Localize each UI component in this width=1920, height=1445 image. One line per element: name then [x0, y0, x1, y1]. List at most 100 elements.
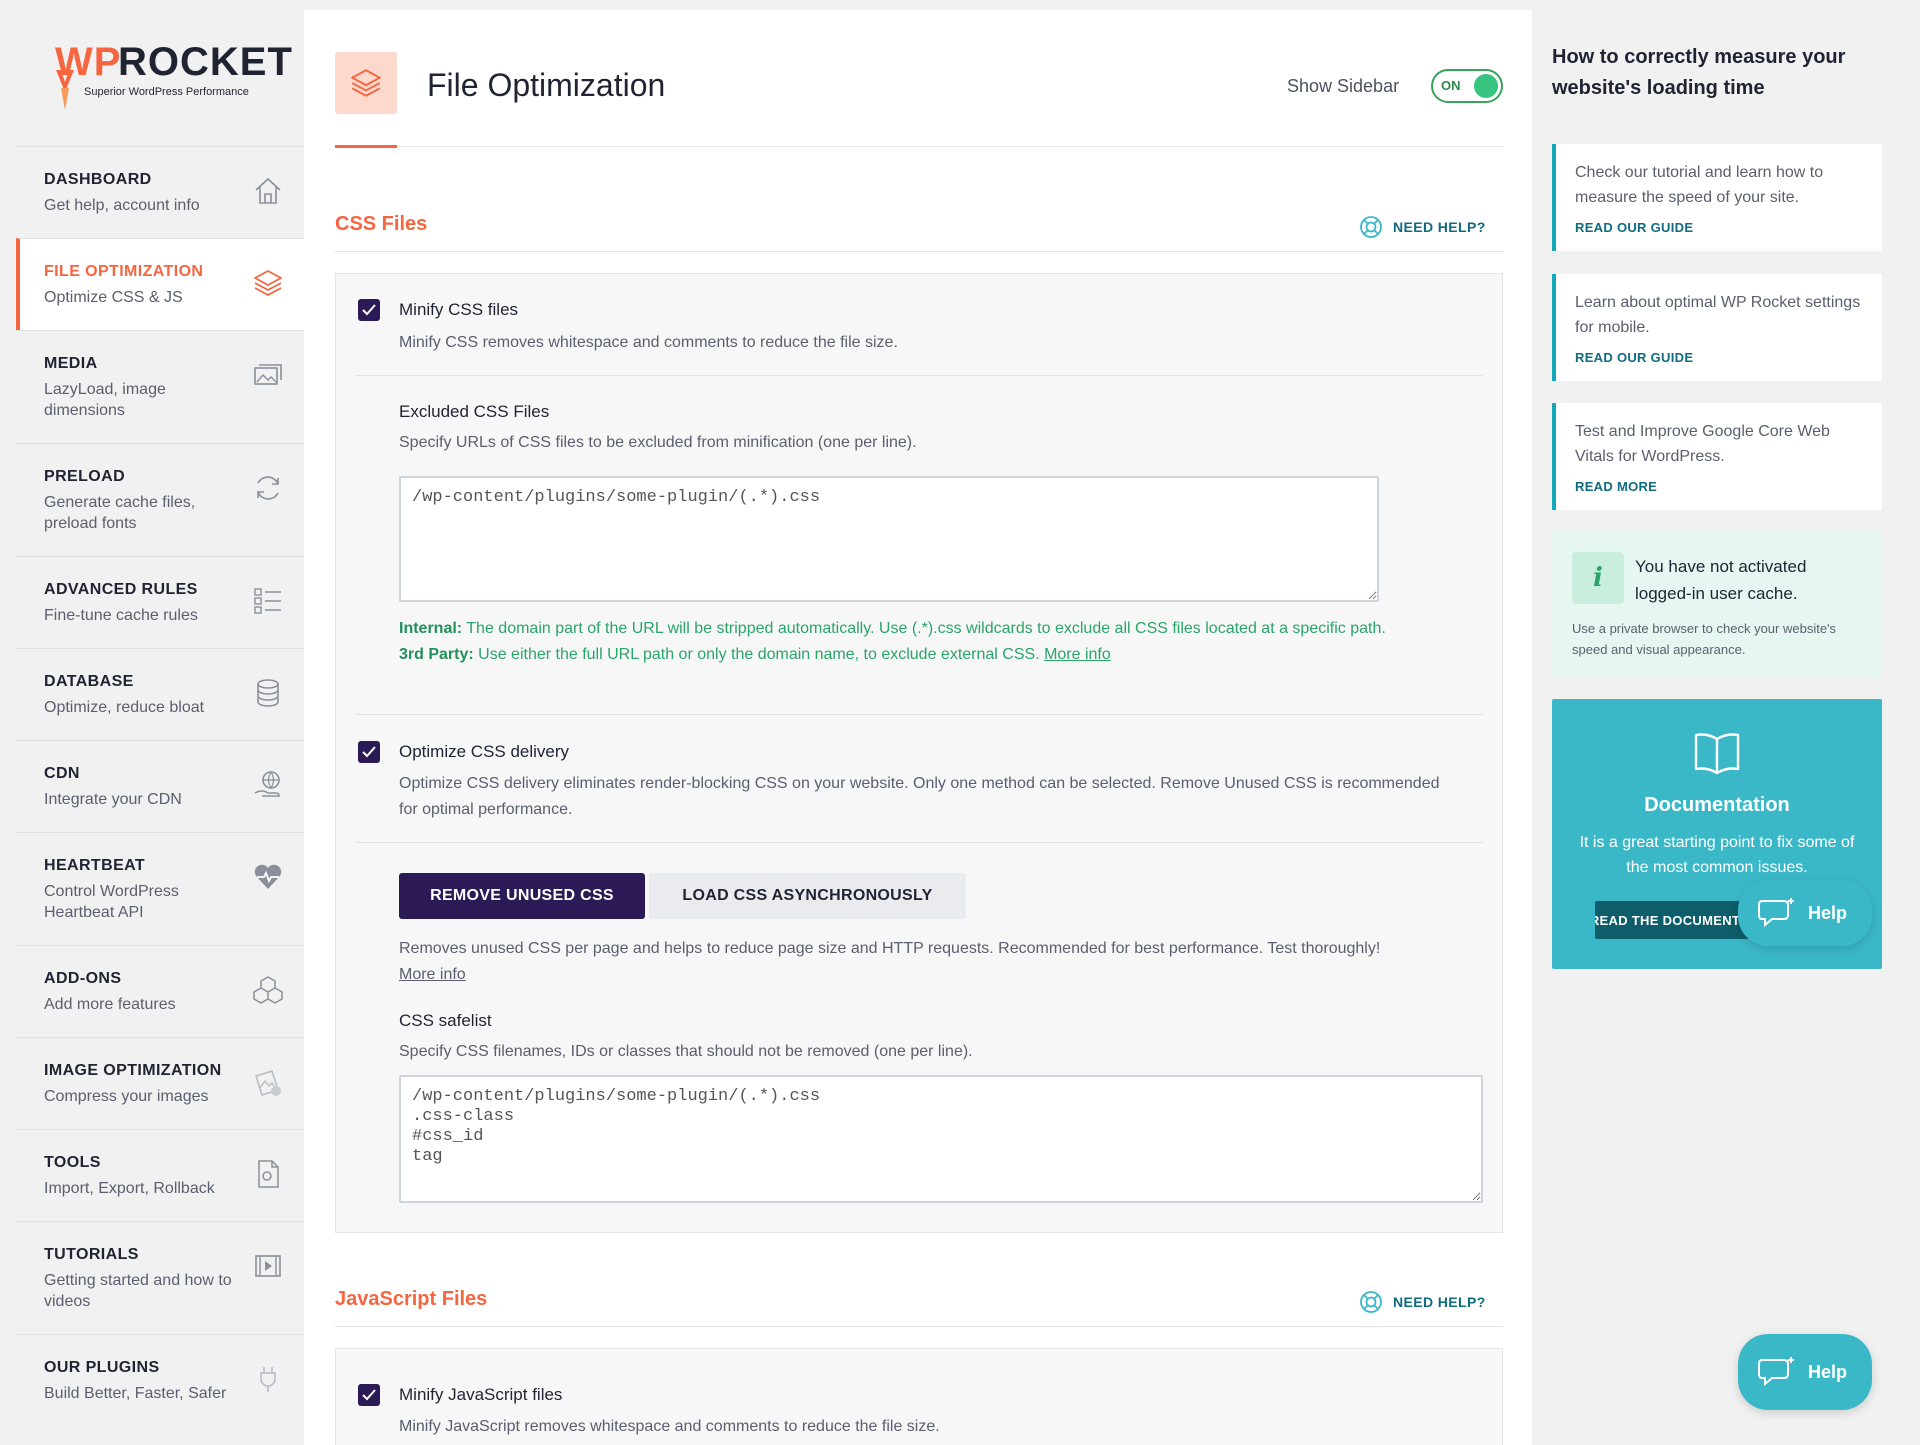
heartbeat-icon	[254, 864, 282, 889]
help-widget-button[interactable]: Help	[1738, 1334, 1872, 1410]
logo-tagline: Superior WordPress Performance	[84, 86, 249, 98]
help-sidebar: How to correctly measure your website's …	[1532, 0, 1920, 1445]
documentation-title: Documentation	[1644, 794, 1790, 816]
help-widget-label: Help	[1808, 1361, 1848, 1382]
css-need-help-link[interactable]: NEED HELP?	[1359, 215, 1486, 239]
guide-card-link[interactable]: READ MORE	[1575, 479, 1882, 494]
sidebar-item-heartbeat[interactable]: HEARTBEAT Control WordPress Heartbeat AP…	[16, 832, 304, 945]
show-sidebar-label: Show Sidebar	[1287, 76, 1400, 96]
minify-css-description: Minify CSS removes whitespace and commen…	[399, 334, 898, 351]
optimize-css-delivery-label: Optimize CSS delivery	[399, 742, 570, 761]
minify-js-label: Minify JavaScript files	[399, 1385, 563, 1404]
load-css-async-button[interactable]: LOAD CSS ASYNCHRONOUSLY	[649, 873, 966, 919]
sidebar-item-advanced-rules[interactable]: ADVANCED RULES Fine-tune cache rules	[16, 556, 304, 648]
minify-css-checkbox[interactable]	[358, 299, 380, 321]
sidebar-item-database[interactable]: DATABASE Optimize, reduce bloat	[16, 648, 304, 740]
database-icon	[257, 679, 279, 707]
help-widget-button[interactable]: Help	[1738, 880, 1872, 946]
layers-icon	[351, 69, 381, 97]
sidebar-item-image-optimization[interactable]: IMAGE OPTIMIZATION Compress your images	[16, 1037, 304, 1129]
chat-bubble-icon	[1758, 1357, 1794, 1387]
guide-card-link[interactable]: READ OUR GUIDE	[1575, 350, 1882, 365]
file-optimization-header-icon	[335, 52, 397, 114]
internal-note-label: Internal:	[399, 620, 463, 637]
css-section-title: CSS Files	[335, 213, 428, 235]
sidebar-item-media[interactable]: MEDIA LazyLoad, image dimensions	[16, 330, 304, 443]
lifebuoy-icon	[1360, 1291, 1382, 1313]
sidebar-item-subtitle: Optimize CSS & JS	[44, 289, 183, 306]
sidebar-item-subtitle: Control WordPress Heartbeat API	[44, 883, 179, 921]
checkmark-icon	[362, 1389, 376, 1401]
third-party-note-label: 3rd Party:	[399, 646, 474, 663]
sidebar-item-subtitle: Getting started and how to videos	[44, 1272, 232, 1310]
checkmark-icon	[362, 746, 376, 758]
minify-js-checkbox[interactable]	[358, 1384, 380, 1406]
header-divider	[335, 146, 1503, 147]
js-need-help-link[interactable]: NEED HELP?	[1359, 1290, 1486, 1314]
home-icon	[255, 177, 281, 204]
video-icon	[255, 1255, 281, 1277]
guide-card-text: Learn about optimal WP Rocket settings f…	[1575, 294, 1861, 336]
rucss-description-text: Removes unused CSS per page and helps to…	[399, 940, 1381, 957]
chat-bubble-icon	[1758, 898, 1794, 928]
images-icon	[254, 364, 282, 385]
sidebar-item-dashboard[interactable]: DASHBOARD Get help, account info	[16, 146, 304, 238]
sidebar-item-subtitle: Generate cache files, preload fonts	[44, 494, 196, 532]
sidebar-item-tools[interactable]: TOOLS Import, Export, Rollback	[16, 1129, 304, 1221]
book-icon	[1694, 733, 1740, 775]
css-section-divider	[335, 251, 1503, 252]
sidebar-item-tutorials[interactable]: TUTORIALS Getting started and how to vid…	[16, 1221, 304, 1334]
rucss-more-info-link[interactable]: More info	[399, 966, 466, 983]
option-divider	[356, 375, 1483, 376]
sidebar-item-cdn[interactable]: CDN Integrate your CDN	[16, 740, 304, 832]
wp-rocket-logo[interactable]: WP ROCKET Superior WordPress Performance	[52, 40, 292, 115]
plug-icon	[260, 1367, 276, 1392]
sidebar-item-add-ons[interactable]: ADD-ONS Add more features	[16, 945, 304, 1037]
css-options-panel: Minify CSS files Minify CSS removes whit…	[335, 273, 1503, 1233]
remove-unused-css-button[interactable]: REMOVE UNUSED CSS	[399, 873, 645, 919]
rocket-flame-icon	[56, 70, 74, 110]
third-party-note-text: Use either the full URL path or only the…	[473, 646, 1045, 663]
sidebar-item-our-plugins[interactable]: OUR PLUGINS Build Better, Faster, Safer	[16, 1334, 304, 1426]
js-options-panel: Minify JavaScript files Minify JavaScrip…	[335, 1348, 1503, 1445]
js-section-divider	[335, 1326, 1503, 1327]
excluded-css-textarea[interactable]: /wp-content/plugins/some-plugin/(.*).css	[399, 476, 1379, 602]
sidebar: WP ROCKET Superior WordPress Performance…	[0, 0, 304, 1445]
sidebar-item-subtitle: Add more features	[44, 996, 176, 1013]
need-help-label: NEED HELP?	[1393, 1294, 1486, 1310]
sidebar-item-subtitle: Compress your images	[44, 1088, 209, 1105]
sidebar-nav: DASHBOARD Get help, account info FILE OP…	[16, 146, 304, 1426]
layers-icon	[254, 270, 282, 296]
guide-card-text: Test and Improve Google Core Web Vitals …	[1575, 423, 1830, 465]
rucss-description: Removes unused CSS per page and helps to…	[399, 936, 1479, 988]
guide-card: Check our tutorial and learn how to meas…	[1552, 144, 1882, 251]
image-compress-icon	[254, 1069, 281, 1097]
excluded-more-info-link[interactable]: More info	[1044, 646, 1111, 663]
sidebar-item-subtitle: Integrate your CDN	[44, 791, 182, 808]
excluded-css-label: Excluded CSS Files	[399, 402, 550, 421]
show-sidebar-toggle[interactable]: ON	[1431, 69, 1503, 103]
css-safelist-textarea[interactable]: /wp-content/plugins/some-plugin/(.*).css…	[399, 1075, 1483, 1203]
main-content: File Optimization Show Sidebar ON CSS Fi…	[304, 10, 1532, 1445]
sidebar-item-preload[interactable]: PRELOAD Generate cache files, preload fo…	[16, 443, 304, 556]
excluded-css-description: Specify URLs of CSS files to be excluded…	[399, 434, 917, 451]
guide-card-link[interactable]: READ OUR GUIDE	[1575, 220, 1882, 235]
help-sidebar-title: How to correctly measure your website's …	[1552, 46, 1846, 99]
optimize-css-delivery-checkbox[interactable]	[358, 741, 380, 763]
option-divider	[356, 714, 1483, 715]
sidebar-item-subtitle: LazyLoad, image dimensions	[44, 381, 166, 419]
sidebar-item-subtitle: Import, Export, Rollback	[44, 1180, 215, 1197]
excluded-css-notes: Internal: The domain part of the URL wil…	[399, 616, 1439, 668]
sidebar-item-file-optimization[interactable]: FILE OPTIMIZATION Optimize CSS & JS	[16, 238, 304, 330]
js-section-title: JavaScript Files	[335, 1288, 488, 1310]
guide-card: Test and Improve Google Core Web Vitals …	[1552, 403, 1882, 510]
notice-text: Use a private browser to check your webs…	[1572, 621, 1837, 657]
list-icon	[254, 588, 281, 614]
cubes-icon	[253, 976, 283, 1004]
documentation-text: It is a great starting point to fix some…	[1579, 834, 1855, 876]
sidebar-item-subtitle: Get help, account info	[44, 197, 200, 214]
internal-note-text: The domain part of the URL will be strip…	[462, 620, 1386, 637]
minify-css-label: Minify CSS files	[399, 300, 519, 319]
css-safelist-label: CSS safelist	[399, 1011, 492, 1030]
notice-heading: You have not activated logged-in user ca…	[1635, 557, 1807, 603]
